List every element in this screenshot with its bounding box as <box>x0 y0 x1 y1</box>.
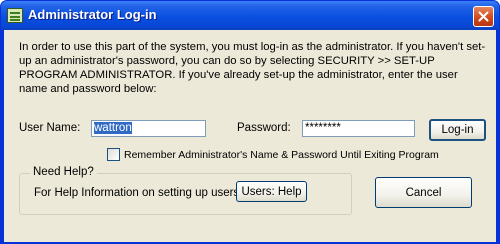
username-label: User Name: <box>19 122 81 134</box>
dialog-body: In order to use this part of the system,… <box>4 30 496 242</box>
instructions-text: In order to use this part of the system,… <box>19 41 486 95</box>
close-icon <box>478 11 489 22</box>
password-input[interactable]: ******** <box>302 120 415 137</box>
login-button[interactable]: Log-in <box>429 119 486 141</box>
cancel-button[interactable]: Cancel <box>375 177 472 208</box>
username-input[interactable]: wattron <box>91 120 206 137</box>
title-bar[interactable]: Administrator Log-in <box>1 1 499 30</box>
password-value: ******** <box>305 122 341 134</box>
remember-label: Remember Administrator's Name & Password… <box>124 149 439 161</box>
window-title: Administrator Log-in <box>28 7 157 22</box>
close-button[interactable] <box>473 6 494 27</box>
remember-checkbox[interactable] <box>107 148 120 161</box>
help-group-legend: Need Help? <box>30 166 97 178</box>
username-value: wattron <box>94 122 132 134</box>
password-label: Password: <box>237 122 291 134</box>
users-help-button[interactable]: Users: Help <box>236 181 307 202</box>
login-dialog: Administrator Log-in In order to use thi… <box>0 0 500 244</box>
window-app-icon <box>7 8 23 23</box>
help-text: For Help Information on setting up users… <box>34 187 243 199</box>
